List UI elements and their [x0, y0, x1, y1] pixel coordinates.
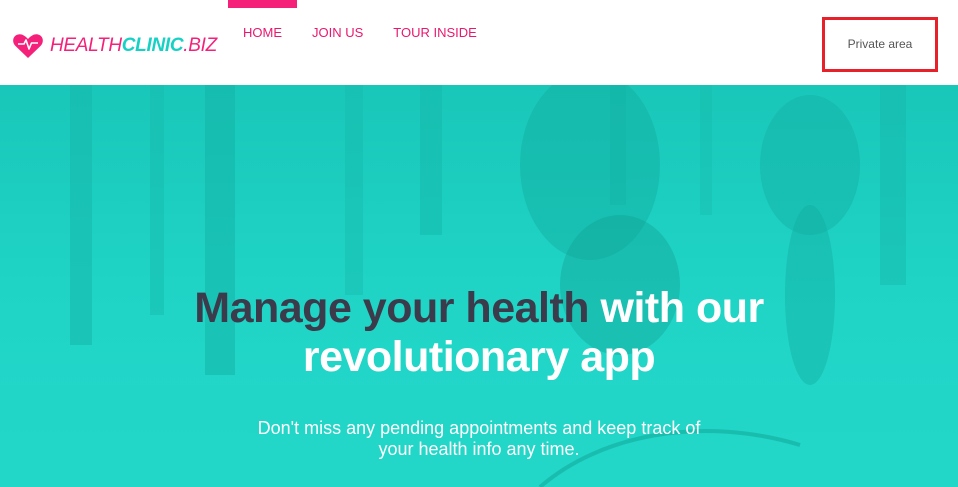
hero-subtitle: Don't miss any pending appointments and …: [229, 418, 729, 460]
brand-name-health: HEALTH: [50, 35, 122, 56]
hero-title: Manage your health with our revolutionar…: [0, 284, 958, 382]
hero-subtitle-line-1: Don't miss any pending appointments and …: [257, 418, 701, 438]
hero-title-highlight: Manage your health: [194, 284, 590, 332]
brand-name-biz: .BIZ: [183, 35, 217, 56]
heart-icon: [13, 34, 43, 58]
hero-banner: Manage your health with our revolutionar…: [0, 85, 958, 487]
hero-title-rest-1: with our: [600, 284, 765, 332]
hero-subtitle-line-2: your health info any time.: [378, 439, 580, 459]
brand-logo[interactable]: HEALTHCLINIC.BIZ: [12, 33, 217, 59]
private-area-link[interactable]: Private area: [822, 17, 938, 72]
nav-item-home[interactable]: HOME: [228, 0, 297, 75]
hero-title-rest-2: revolutionary app: [302, 333, 656, 381]
brand-name: HEALTHCLINIC.BIZ: [50, 33, 217, 59]
site-header: HEALTHCLINIC.BIZ HOME JOIN US TOUR INSID…: [0, 0, 958, 85]
main-nav: HOME JOIN US TOUR INSIDE: [228, 0, 492, 85]
nav-item-tour-inside[interactable]: TOUR INSIDE: [378, 0, 492, 75]
nav-item-join-us[interactable]: JOIN US: [297, 0, 378, 75]
brand-name-clinic: CLINIC: [121, 35, 184, 56]
